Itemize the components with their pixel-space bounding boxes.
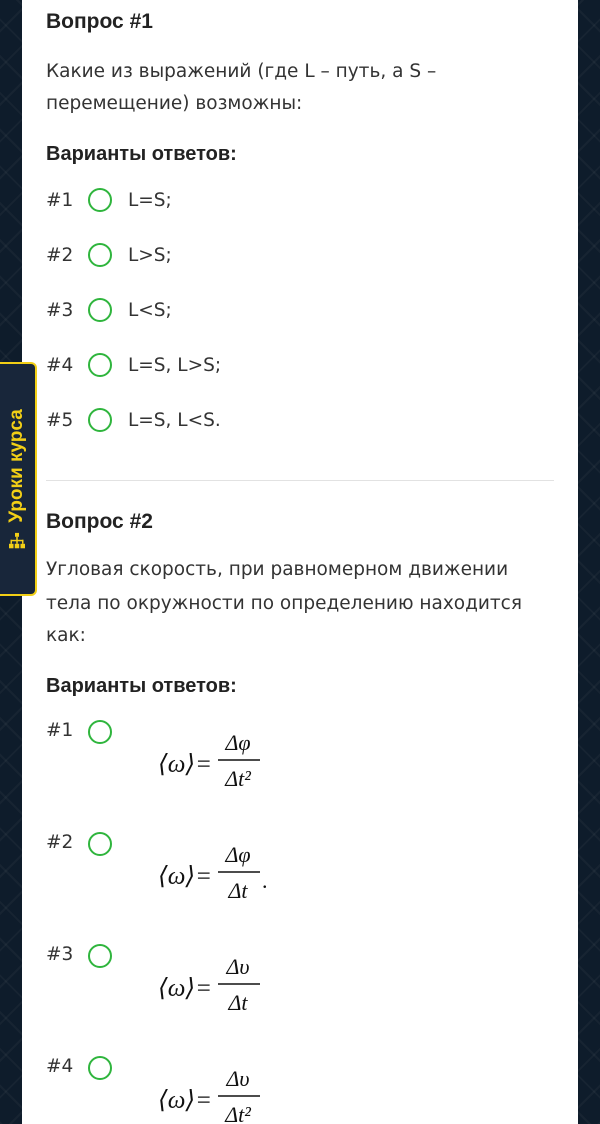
answer-radio[interactable] [88, 243, 112, 267]
option-number: #1 [46, 189, 74, 211]
question-1-variants-label: Варианты ответов: [46, 143, 237, 165]
question-2-option-2[interactable]: #2 [46, 832, 112, 856]
answer-radio[interactable] [88, 188, 112, 212]
formula-numerator: Δυ [225, 1066, 249, 1091]
answer-radio[interactable] [88, 944, 112, 968]
formula-numerator: Δφ [224, 730, 250, 755]
formula-lhs: ⟨ω⟩= [158, 751, 212, 778]
sitemap-icon [8, 532, 25, 549]
course-lessons-tab-label: Уроки курса [6, 409, 28, 549]
question-2-text-line-1: Угловая скорость, при равномерном движен… [46, 559, 509, 580]
question-1-option-3[interactable]: #3 L<S; [46, 298, 172, 322]
formula-lhs: ⟨ω⟩= [158, 975, 212, 1002]
formula-denominator: Δt [227, 990, 248, 1015]
answer-radio[interactable] [88, 1056, 112, 1080]
option-text: L=S; [128, 189, 172, 211]
question-1-option-4[interactable]: #4 L=S, L>S; [46, 353, 221, 377]
question-2-title: Вопрос #2 [46, 510, 153, 533]
formula-denominator: Δt [227, 878, 248, 903]
question-1-text-line-1: Какие из выражений (где L – путь, а S – [46, 61, 437, 82]
formula-denominator: Δt² [224, 1102, 251, 1124]
question-2-text-line-2: тела по окружности по определению находи… [46, 593, 522, 614]
option-text: L=S, L<S. [128, 409, 221, 431]
option-number: #3 [46, 299, 74, 321]
quiz-card: Вопрос #1 Какие из выражений (где L – пу… [22, 0, 578, 1124]
question-1-title: Вопрос #1 [46, 10, 153, 33]
question-2-option-3[interactable]: #3 [46, 944, 112, 968]
course-lessons-tab[interactable]: Уроки курса [0, 362, 37, 596]
option-number: #2 [46, 244, 74, 266]
formula-svg: ⟨ω⟩= Δυ Δt² [158, 1066, 260, 1124]
option-number: #4 [46, 354, 74, 376]
formula-option-2: ⟨ω⟩= Δφ Δt. [136, 834, 266, 904]
formula-svg: ⟨ω⟩= Δυ Δt [158, 954, 260, 1015]
question-divider [46, 480, 554, 481]
option-text: L>S; [128, 244, 172, 266]
option-number: #4 [46, 1056, 74, 1077]
formula-tail: . [262, 868, 266, 893]
question-1-option-1[interactable]: #1 L=S; [46, 188, 172, 212]
answer-radio[interactable] [88, 408, 112, 432]
option-number: #5 [46, 409, 74, 431]
question-1-option-2[interactable]: #2 L>S; [46, 243, 172, 267]
option-text: L=S, L>S; [128, 354, 222, 376]
question-2-option-4[interactable]: #4 [46, 1056, 112, 1080]
formula-option-4: ⟨ω⟩= Δυ Δt² [136, 1058, 266, 1124]
answer-radio[interactable] [88, 832, 112, 856]
question-1-text-line-2: перемещение) возможны: [46, 93, 303, 114]
option-text: L<S; [128, 299, 172, 321]
question-2-option-1[interactable]: #1 [46, 720, 112, 744]
formula-denominator: Δt² [224, 766, 251, 791]
option-number: #3 [46, 944, 74, 965]
formula-svg: ⟨ω⟩= Δφ Δt² [158, 730, 260, 791]
formula-lhs: ⟨ω⟩= [158, 1087, 212, 1114]
formula-option-1: ⟨ω⟩= Δφ Δt² [136, 722, 266, 792]
formula-lhs: ⟨ω⟩= [158, 863, 212, 890]
formula-svg: ⟨ω⟩= Δφ Δt. [158, 842, 266, 903]
answer-radio[interactable] [88, 353, 112, 377]
option-number: #2 [46, 832, 74, 853]
option-number: #1 [46, 720, 74, 741]
formula-numerator: Δφ [224, 842, 250, 867]
formula-option-3: ⟨ω⟩= Δυ Δt [136, 946, 266, 1016]
answer-radio[interactable] [88, 298, 112, 322]
answer-radio[interactable] [88, 720, 112, 744]
question-2-variants-label: Варианты ответов: [46, 675, 237, 697]
course-lessons-text: Уроки курса [5, 409, 27, 523]
formula-numerator: Δυ [225, 954, 249, 979]
question-1-option-5[interactable]: #5 L=S, L<S. [46, 408, 221, 432]
question-2-text-line-3: как: [46, 625, 86, 646]
